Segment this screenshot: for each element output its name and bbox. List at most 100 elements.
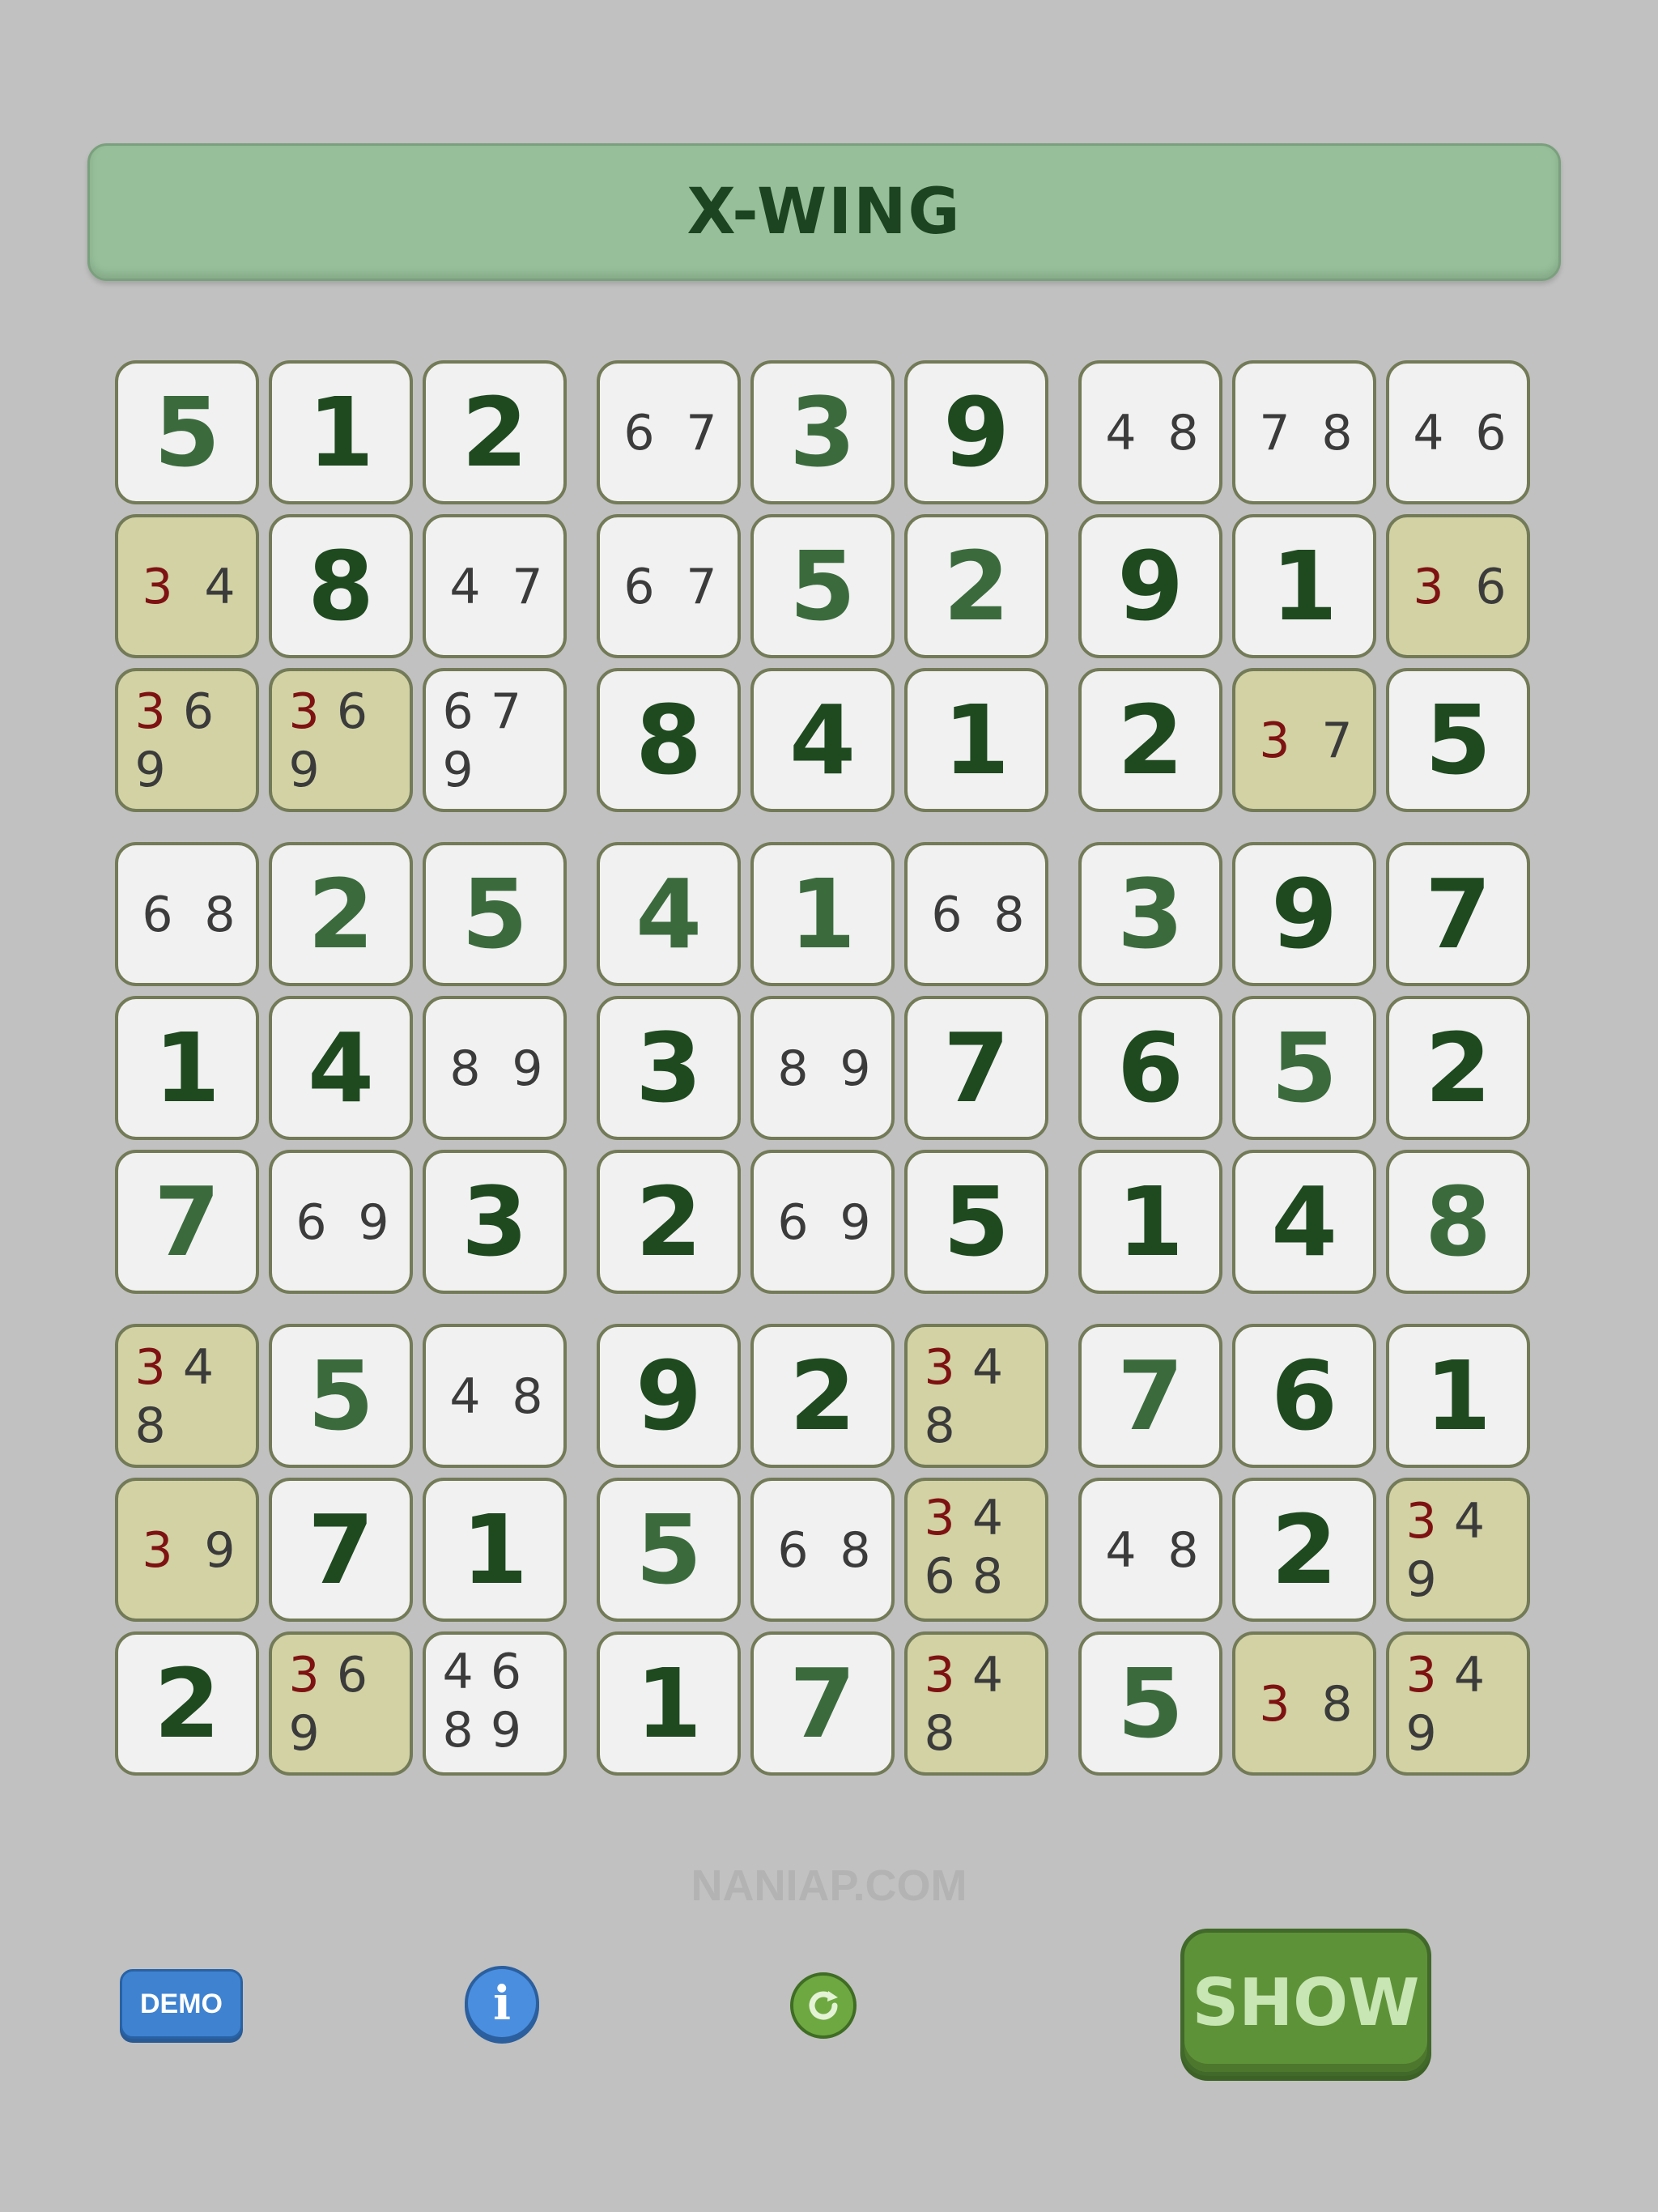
given-digit: 5 — [789, 530, 857, 642]
grid-cell[interactable]: 9 — [1232, 842, 1376, 986]
show-button[interactable]: SHOW — [1180, 1929, 1431, 2076]
grid-cell[interactable]: 2 — [1078, 668, 1222, 812]
grid-cell[interactable]: 5 — [904, 1150, 1048, 1294]
grid-cell[interactable]: 67 — [597, 514, 741, 658]
grid-cell[interactable]: 7 — [904, 996, 1048, 1140]
grid-cell[interactable]: 2 — [423, 360, 567, 504]
grid-cell[interactable]: 369 — [269, 668, 413, 812]
grid-cell[interactable]: 2 — [904, 514, 1048, 658]
grid-cell[interactable]: 4 — [1232, 1150, 1376, 1294]
grid-cell[interactable]: 5 — [750, 514, 895, 658]
grid-cell[interactable]: 5 — [269, 1324, 413, 1468]
grid-cell[interactable]: 1 — [1078, 1150, 1222, 1294]
grid-cell[interactable]: 3 — [597, 996, 741, 1140]
grid-cell[interactable]: 48 — [423, 1324, 567, 1468]
grid-cell[interactable]: 68 — [904, 842, 1048, 986]
grid-cell[interactable]: 4 — [269, 996, 413, 1140]
grid-cell[interactable]: 4 — [597, 842, 741, 986]
grid-cell[interactable]: 38 — [1232, 1631, 1376, 1776]
grid-cell[interactable]: 7 — [115, 1150, 259, 1294]
grid-cell[interactable]: 9 — [1078, 514, 1222, 658]
grid-cell[interactable]: 1 — [1232, 514, 1376, 658]
candidate-notes: 34 — [126, 525, 251, 649]
grid-cell[interactable]: 1 — [269, 360, 413, 504]
refresh-button[interactable] — [790, 1972, 857, 2039]
grid-cell[interactable]: 6 — [1232, 1324, 1376, 1468]
grid-cell[interactable]: 67 — [597, 360, 741, 504]
grid-cell[interactable]: 46 — [1386, 360, 1530, 504]
grid-cell[interactable]: 1 — [423, 1478, 567, 1622]
grid-cell[interactable]: 9 — [904, 360, 1048, 504]
grid-cell[interactable]: 3 — [423, 1150, 567, 1294]
candidate-digit: 8 — [840, 1522, 871, 1579]
grid-cell[interactable]: 3 — [750, 360, 895, 504]
grid-cell[interactable]: 348 — [904, 1631, 1048, 1776]
grid-cell[interactable]: 3 — [1078, 842, 1222, 986]
grid-cell[interactable]: 1 — [904, 668, 1048, 812]
grid-cell[interactable]: 69 — [750, 1150, 895, 1294]
grid-cell[interactable]: 8 — [269, 514, 413, 658]
grid-cell[interactable]: 349 — [1386, 1631, 1530, 1776]
grid-cell[interactable]: 679 — [423, 668, 567, 812]
grid-cell[interactable]: 8 — [1386, 1150, 1530, 1294]
given-digit: 5 — [461, 858, 529, 970]
grid-cell[interactable]: 369 — [115, 668, 259, 812]
grid-cell[interactable]: 1 — [750, 842, 895, 986]
grid-cell[interactable]: 5 — [1078, 1631, 1222, 1776]
grid-cell[interactable]: 2 — [269, 842, 413, 986]
candidate-notes: 679 — [434, 679, 559, 802]
grid-cell[interactable]: 2 — [1386, 996, 1530, 1140]
given-digit: 7 — [942, 1012, 1010, 1124]
grid-cell[interactable]: 1 — [115, 996, 259, 1140]
candidate-digit: 8 — [924, 1397, 955, 1454]
grid-cell[interactable]: 7 — [1386, 842, 1530, 986]
candidate-digit: 6 — [924, 1548, 955, 1605]
grid-cell[interactable]: 5 — [423, 842, 567, 986]
grid-cell[interactable]: 6 — [1078, 996, 1222, 1140]
grid-cell[interactable]: 369 — [269, 1631, 413, 1776]
grid-cell[interactable]: 349 — [1386, 1478, 1530, 1622]
grid-cell[interactable]: 48 — [1078, 1478, 1222, 1622]
candidate-digit: 6 — [336, 683, 368, 740]
grid-cell[interactable]: 34 — [115, 514, 259, 658]
grid-cell[interactable]: 7 — [1078, 1324, 1222, 1468]
grid-cell[interactable]: 3468 — [904, 1478, 1048, 1622]
grid-cell[interactable]: 89 — [423, 996, 567, 1140]
grid-cell[interactable]: 348 — [115, 1324, 259, 1468]
info-button[interactable]: i — [465, 1966, 539, 2040]
grid-cell[interactable]: 37 — [1232, 668, 1376, 812]
grid-cell[interactable]: 36 — [1386, 514, 1530, 658]
grid-cell[interactable]: 68 — [115, 842, 259, 986]
grid-cell[interactable]: 69 — [269, 1150, 413, 1294]
demo-button[interactable]: DEMO — [120, 1969, 243, 2039]
grid-cell[interactable]: 9 — [597, 1324, 741, 1468]
grid-cell[interactable]: 47 — [423, 514, 567, 658]
grid-cell[interactable]: 2 — [750, 1324, 895, 1468]
grid-cell[interactable]: 1 — [597, 1631, 741, 1776]
grid-cell[interactable]: 7 — [269, 1478, 413, 1622]
grid-cell[interactable]: 8 — [597, 668, 741, 812]
grid-cell[interactable]: 39 — [115, 1478, 259, 1622]
grid-cell[interactable]: 5 — [1386, 668, 1530, 812]
grid-cell[interactable]: 4 — [750, 668, 895, 812]
grid-cell[interactable]: 78 — [1232, 360, 1376, 504]
grid-cell[interactable]: 4689 — [423, 1631, 567, 1776]
grid-cell[interactable]: 1 — [1386, 1324, 1530, 1468]
grid-cell[interactable]: 89 — [750, 996, 895, 1140]
grid-cell[interactable]: 2 — [115, 1631, 259, 1776]
grid-cell[interactable]: 5 — [1232, 996, 1376, 1140]
given-digit: 7 — [1424, 858, 1492, 970]
candidate-notes: 48 — [434, 1335, 559, 1458]
grid-cell[interactable]: 5 — [115, 360, 259, 504]
grid-cell[interactable]: 7 — [750, 1631, 895, 1776]
grid-cell[interactable]: 48 — [1078, 360, 1222, 504]
grid-cell[interactable]: 348 — [904, 1324, 1048, 1468]
candidate-digit: 6 — [1475, 559, 1507, 615]
grid-cell[interactable]: 68 — [750, 1478, 895, 1622]
given-digit: 1 — [1270, 530, 1338, 642]
candidate-digit: 6 — [1475, 405, 1507, 462]
grid-cell[interactable]: 5 — [597, 1478, 741, 1622]
candidate-digit: 4 — [1105, 405, 1137, 462]
grid-cell[interactable]: 2 — [1232, 1478, 1376, 1622]
grid-cell[interactable]: 2 — [597, 1150, 741, 1294]
